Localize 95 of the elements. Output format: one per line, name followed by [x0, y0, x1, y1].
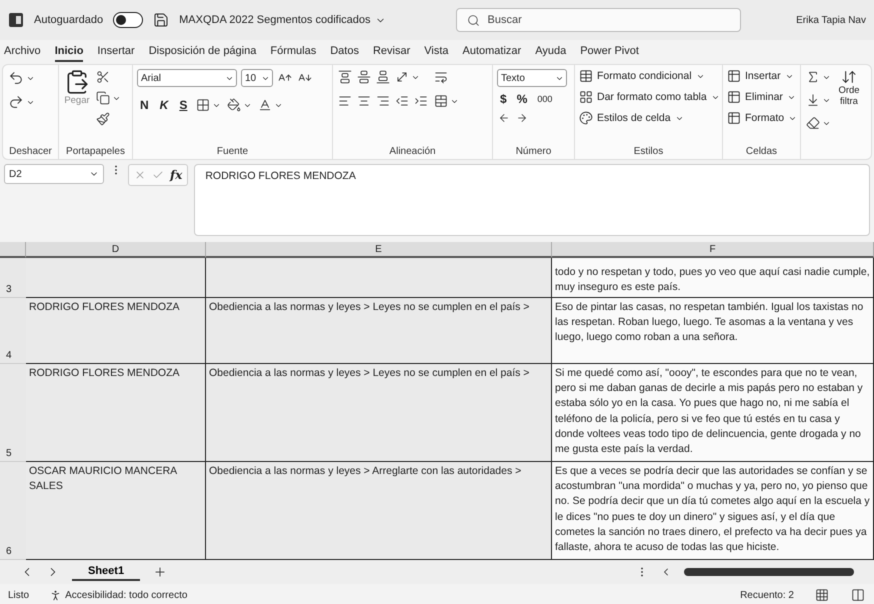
sheet-tab[interactable]: Sheet1 [72, 563, 140, 581]
row-header[interactable]: 4 [0, 298, 26, 364]
bold-button[interactable]: N [137, 98, 152, 112]
ribbon-tab[interactable]: Ayuda [535, 45, 566, 62]
autosave-label: Autoguardado [34, 14, 104, 26]
status-text: Listo [8, 590, 30, 600]
grid-icon [579, 90, 593, 104]
align-bottom-button[interactable] [375, 69, 391, 85]
table-cell[interactable]: RODRIGO FLORES MENDOZA [26, 298, 206, 364]
cells-button[interactable]: Formato [745, 112, 784, 124]
table-icon [727, 111, 741, 125]
font-name-select[interactable]: Arial [137, 69, 237, 87]
cells-button[interactable]: Eliminar [745, 91, 783, 103]
row-header[interactable]: 6 [0, 462, 26, 560]
group-label: Estilos [632, 146, 664, 157]
align-top-button[interactable] [337, 69, 353, 85]
check-icon [152, 169, 164, 181]
plus-icon [153, 565, 168, 579]
group-label: Fuente [216, 146, 250, 157]
eraser-button[interactable] [805, 115, 821, 131]
cells-button[interactable]: Insertar [745, 70, 781, 82]
underline-button[interactable]: S [176, 98, 190, 112]
spreadsheet-logo-icon [8, 12, 24, 28]
table-icon [579, 69, 593, 83]
document-title: MAXQDA 2022 Segmentos codificados [179, 14, 371, 26]
group-label: Deshacer [8, 146, 53, 157]
select-all-corner[interactable] [0, 242, 26, 258]
number-format-select[interactable]: Texto [497, 69, 567, 87]
ribbon-tab[interactable]: Insertar [97, 45, 135, 62]
italic-button[interactable]: K [156, 98, 172, 112]
sort-filter-button[interactable]: Orde filtra [835, 85, 863, 107]
page-layout-button[interactable] [850, 587, 866, 603]
table-icon [727, 90, 741, 104]
accessibility-status[interactable]: Accesibilidad: todo correcto [65, 590, 188, 600]
undo-button[interactable] [7, 69, 25, 87]
table-cell[interactable]: Obediencia a las normas y leyes > Arreglarte con las autoridades > [206, 462, 552, 560]
sort-icon [841, 69, 857, 85]
styles-button[interactable]: Dar formato como tabla [597, 91, 707, 103]
ribbon-tab[interactable]: Revisar [372, 45, 410, 62]
ribbon-tab[interactable]: Archivo [4, 45, 41, 62]
user-name: Erika Tapia Nav [796, 14, 866, 26]
ribbon-tab[interactable]: Vista [424, 45, 449, 62]
arrow-right-button[interactable] [515, 111, 529, 125]
column-header[interactable]: D [26, 242, 206, 258]
table-cell[interactable]: todo y no respetan y todo, pues yo veo que aquí casi nadie cumple, muy inseguro es este país. [552, 258, 874, 298]
percent-button[interactable]: % [514, 92, 530, 106]
font-size-select[interactable]: 10 [241, 69, 273, 87]
borders-button[interactable] [195, 97, 212, 113]
row-header[interactable]: 5 [0, 364, 26, 462]
ribbon-tab[interactable]: Inicio [54, 45, 84, 62]
save-icon [153, 12, 170, 28]
align-middle-button[interactable] [356, 69, 372, 85]
search-icon [466, 14, 480, 26]
merge-cells-button[interactable] [433, 93, 449, 109]
ribbon-tab[interactable]: Fórmulas [270, 45, 316, 62]
table-cell[interactable]: RODRIGO FLORES MENDOZA [26, 364, 206, 462]
name-box[interactable]: D2 [4, 164, 104, 184]
styles-button[interactable]: Formato condicional [597, 70, 692, 82]
ribbon-tab[interactable]: Automatizar [462, 45, 522, 62]
function-label[interactable]: fx [170, 168, 182, 182]
table-cell[interactable]: Si me quedé como así, "oooy", te escondes para que no te vean, pero si me daban ganas de decirle a mis papás pero no estaban y estaba sólo yo en la casa. Yo pues que hago no, ni me sabía el teléfono de la policía, pero si ve feo que tú estés en tu casa y donde voltees veas todo tipo de delincuencia, gente drogada y no me gusta este país la verdad. [552, 364, 874, 462]
table-cell[interactable]: OSCAR MAURICIO MANCERA SALES [26, 462, 206, 560]
table-cell[interactable]: Obediencia a las normas y leyes > Leyes no se cumplen en el país > [206, 298, 552, 364]
horizontal-scrollbar[interactable] [684, 568, 854, 576]
styles-button[interactable]: Estilos de celda [597, 112, 671, 124]
table-cell[interactable]: Es que a veces se podría decir que las autoridades se confían y se acostumbran "una mordida" o muchas y ya, pero no, yo pienso que no. Se podría decir que un día tú cometes algo aquí en la escuela y le dices "no pues te doy un dinero" y sigues así, y el día que cometes la sanción no traes dinero, el prefecto va ha decir pues ya fallaste, ahora te acuso de todas las que hiciste. [552, 462, 874, 560]
autosave-toggle[interactable] [113, 12, 144, 28]
ribbon-tab[interactable]: Datos [330, 45, 359, 62]
paint-bucket-button[interactable] [226, 97, 242, 113]
group-label: Número [514, 146, 552, 157]
grid-view-button[interactable] [814, 587, 830, 603]
table-icon [727, 69, 741, 83]
search-field[interactable]: Buscar [456, 8, 741, 32]
palette-icon [579, 111, 593, 125]
scissors-button[interactable] [95, 69, 111, 85]
row-header[interactable]: 3 [0, 258, 26, 298]
arrow-left-button[interactable] [497, 111, 511, 125]
ribbon-tab[interactable]: Power Pivot [580, 45, 639, 62]
column-header[interactable]: F [552, 242, 874, 258]
count-status: Recuento: 2 [740, 590, 794, 600]
ribbon-tab[interactable]: Disposición de página [148, 45, 256, 62]
paintbrush-button[interactable] [95, 111, 111, 127]
table-cell[interactable]: Obediencia a las normas y leyes > Leyes no se cumplen en el país > [206, 364, 552, 462]
column-header[interactable]: E [206, 242, 552, 258]
group-label: Portapapeles [65, 146, 126, 157]
formula-field[interactable]: RODRIGO FLORES MENDOZA [194, 164, 870, 236]
cancel-icon [134, 169, 146, 181]
table-cell[interactable] [26, 258, 206, 298]
table-cell[interactable] [206, 258, 552, 298]
table-cell[interactable]: Eso de pintar las casas, no respetan también. Igual los taxistas no las respetan. Roban luego, luego. Te asomas a la ventana y ves luego, luego como roban a una señora. [552, 298, 874, 364]
group-label: Celdas [744, 146, 778, 157]
thousands-button[interactable]: 000 [534, 94, 556, 104]
copy-button[interactable] [95, 90, 111, 106]
group-label: Alineación [388, 146, 437, 157]
currency-button[interactable]: $ [497, 92, 510, 106]
